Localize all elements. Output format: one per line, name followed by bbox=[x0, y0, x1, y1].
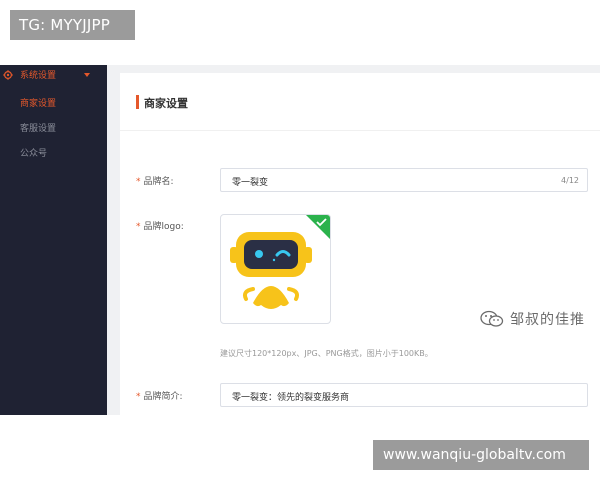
sidebar: 系统设置 商家设置 客服设置 公众号 bbox=[0, 65, 107, 415]
main-panel: 商家设置 * 品牌名: 零一裂变 4/12 * 品牌logo: 建议尺寸120*… bbox=[120, 73, 600, 415]
brand-intro-label: * 品牌简介: bbox=[136, 392, 183, 402]
logo-upload[interactable] bbox=[220, 214, 331, 324]
brand-name-value: 零一裂变 bbox=[232, 178, 269, 188]
sidebar-item-customer-service[interactable]: 客服设置 bbox=[20, 121, 56, 134]
required-mark: * bbox=[136, 177, 141, 187]
page: TG: MYYJJPP 系统设置 商家设置 客服设置 公众号 商家设置 * 品牌… bbox=[0, 0, 600, 480]
watermark-top: TG: MYYJJPP bbox=[10, 10, 135, 40]
brand-name-label: * 品牌名: bbox=[136, 177, 174, 187]
wechat-icon bbox=[480, 310, 504, 327]
brand-logo-label: * 品牌logo: bbox=[136, 222, 184, 232]
check-icon bbox=[306, 215, 330, 239]
sidebar-group-system-settings[interactable]: 系统设置 bbox=[0, 65, 107, 85]
sidebar-item-official-account[interactable]: 公众号 bbox=[20, 146, 47, 159]
char-count: 4/12 bbox=[561, 176, 579, 185]
divider bbox=[120, 130, 600, 131]
required-mark: * bbox=[136, 222, 141, 232]
gear-icon bbox=[3, 70, 13, 80]
sidebar-item-merchant-settings[interactable]: 商家设置 bbox=[20, 96, 56, 109]
sidebar-group-label: 系统设置 bbox=[20, 71, 57, 81]
app-screenshot: 系统设置 商家设置 客服设置 公众号 商家设置 * 品牌名: 零一裂变 4/12 … bbox=[0, 65, 600, 415]
logo-hint: 建议尺寸120*120px、JPG、PNG格式，图片小于100KB。 bbox=[220, 349, 433, 358]
wechat-watermark: 邹叔的佳推 bbox=[480, 309, 585, 329]
required-mark: * bbox=[136, 392, 141, 402]
watermark-bottom: www.wanqiu-globaltv.com bbox=[373, 440, 589, 470]
title-accent-bar bbox=[136, 95, 139, 109]
wechat-account-name: 邹叔的佳推 bbox=[510, 312, 585, 328]
page-title: 商家设置 bbox=[144, 97, 188, 110]
brand-intro-value: 零一裂变：领先的裂变服务商 bbox=[232, 393, 350, 403]
brand-name-input[interactable]: 零一裂变 4/12 bbox=[220, 168, 588, 192]
brand-intro-input[interactable]: 零一裂变：领先的裂变服务商 bbox=[220, 383, 588, 407]
chevron-down-icon bbox=[84, 73, 90, 77]
